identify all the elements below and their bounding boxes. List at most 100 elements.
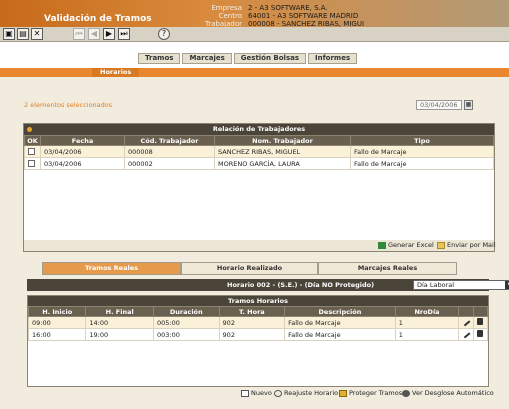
trash-icon[interactable]: [476, 318, 483, 325]
info-values: 2 - A3 SOFTWARE, S.A. 64001 - A3 SOFTWAR…: [248, 4, 364, 28]
info-labels: Empresa Centro Trabajador: [202, 4, 242, 28]
mail-icon: [437, 241, 445, 249]
cell-inicio: 16:00: [27, 328, 87, 341]
tramos-panel-header: Tramos Horarios: [28, 296, 488, 306]
first-icon[interactable]: ⏮: [73, 28, 85, 40]
tab-marcajes[interactable]: Marcajes: [182, 53, 232, 64]
workers-panel-header: Relación de Trabajadores: [24, 124, 494, 135]
workers-panel-title: Relación de Trabajadores: [212, 125, 306, 133]
cell-duracion: 005:00: [152, 316, 220, 329]
row-checkbox[interactable]: [28, 148, 35, 155]
tab-marcajes-reales[interactable]: Marcajes Reales: [318, 262, 457, 275]
eye-icon: [402, 389, 410, 397]
workers-panel-footer: Generar Excel Enviar por Mail: [24, 240, 496, 251]
table-row[interactable]: 03/04/2006 000002 MORENO GARCÍA, LAURA F…: [24, 157, 494, 170]
cell-tipo: Fallo de Marcaje: [350, 145, 494, 158]
date-field[interactable]: 03/04/2006: [416, 100, 462, 110]
subtab-horarios[interactable]: Horarios: [92, 68, 140, 77]
tramos-panel-title: Tramos Horarios: [228, 297, 288, 305]
cell-nrodia: 1: [394, 328, 460, 341]
section-tabs: Tramos Reales Horario Realizado Marcajes…: [42, 262, 457, 275]
col-fecha[interactable]: Fecha: [40, 135, 125, 146]
app-title: Validación de Tramos: [44, 14, 152, 24]
col-delete: [472, 306, 489, 317]
tab-horario-realizado[interactable]: Horario Realizado: [181, 262, 318, 275]
toolbar: ▣ ▤ ✕ ⏮ ◀ ▶ ⏭ ?: [0, 27, 509, 42]
help-icon[interactable]: ?: [158, 28, 170, 40]
edit-icon[interactable]: [460, 316, 471, 327]
edit-icon[interactable]: [460, 328, 471, 339]
day-type-select[interactable]: Día Laboral ▼: [413, 280, 509, 290]
cell-final: 14:00: [85, 316, 154, 329]
col-edit: [458, 306, 474, 317]
empresa-label: Empresa: [211, 4, 242, 12]
tab-tramos-reales[interactable]: Tramos Reales: [42, 262, 181, 275]
col-h-inicio[interactable]: H. Inicio: [27, 306, 87, 317]
cell-nom: MORENO GARCÍA, LAURA: [214, 157, 351, 170]
new-doc-icon: [241, 389, 249, 397]
lock-icon: [339, 389, 347, 397]
subtab-strip: [0, 68, 509, 77]
reajuste-horario-button[interactable]: Reajuste Horario: [274, 389, 338, 397]
cell-final: 19:00: [85, 328, 154, 341]
proteger-tramos-button[interactable]: Proteger Tramos: [339, 389, 402, 397]
table-row[interactable]: 16:00 19:00 003:00 902 Fallo de Marcaje …: [27, 328, 489, 341]
cell-nom: SANCHEZ RIBAS, MIGUEL: [214, 145, 351, 158]
cell-thora: 902: [218, 328, 286, 341]
row-checkbox[interactable]: [28, 160, 35, 167]
cell-duracion: 003:00: [152, 328, 220, 341]
col-ok[interactable]: OK: [24, 135, 41, 146]
excel-icon: [378, 241, 386, 249]
nuevo-button[interactable]: Nuevo: [241, 389, 272, 397]
day-type-value: Día Laboral: [417, 281, 455, 289]
clock-icon: [274, 389, 282, 397]
cell-fecha: 03/04/2006: [40, 157, 125, 170]
col-nrodia[interactable]: NroDía: [394, 306, 460, 317]
options-icon[interactable]: [27, 127, 32, 132]
tramos-panel: Tramos Horarios H. Inicio H. Final Durac…: [27, 295, 489, 387]
workers-panel: Relación de Trabajadores OK Fecha Cód. T…: [23, 123, 495, 252]
enviar-mail-button[interactable]: Enviar por Mail: [437, 241, 496, 249]
tab-gestion-bolsas[interactable]: Gestión Bolsas: [233, 53, 307, 64]
enviar-mail-label: Enviar por Mail: [447, 241, 496, 249]
close-icon[interactable]: ✕: [31, 28, 43, 40]
last-icon[interactable]: ⏭: [118, 28, 130, 40]
col-descripcion[interactable]: Descripción: [284, 306, 396, 317]
empresa-value: 2 - A3 SOFTWARE, S.A.: [248, 4, 328, 12]
col-duracion[interactable]: Duración: [152, 306, 220, 317]
selection-count: 2 elementos seleccionados: [24, 101, 113, 109]
cell-desc: Fallo de Marcaje: [284, 316, 396, 329]
col-cod-trabajador[interactable]: Cód. Trabajador: [124, 135, 215, 146]
tab-tramos[interactable]: Tramos: [138, 53, 181, 64]
chevron-down-icon[interactable]: ▼: [505, 281, 509, 289]
cell-nrodia: 1: [394, 316, 460, 329]
horario-bar: Horario 002 - (S.E.) - (Día NO Protegido…: [27, 279, 509, 291]
col-tipo[interactable]: Tipo: [350, 135, 494, 146]
col-nom-trabajador[interactable]: Nom. Trabajador: [214, 135, 351, 146]
save-icon[interactable]: ▣: [3, 28, 15, 40]
cell-fecha: 03/04/2006: [40, 145, 125, 158]
tramos-table: H. Inicio H. Final Duración T. Hora Desc…: [27, 306, 489, 341]
col-h-final[interactable]: H. Final: [85, 306, 154, 317]
next-icon[interactable]: ▶: [103, 28, 115, 40]
horario-label: Horario 002 - (S.E.) - (Día NO Protegido…: [227, 281, 375, 289]
proteger-label: Proteger Tramos: [349, 389, 403, 397]
reajuste-label: Reajuste Horario: [284, 389, 339, 397]
save-close-icon[interactable]: ▤: [17, 28, 29, 40]
table-row[interactable]: 09:00 14:00 005:00 902 Fallo de Marcaje …: [27, 316, 489, 329]
cell-thora: 902: [218, 316, 286, 329]
ver-desglose-label: Ver Desglose Automático: [412, 389, 494, 397]
col-t-hora[interactable]: T. Hora: [218, 306, 286, 317]
ver-desglose-button[interactable]: Ver Desglose Automático: [402, 389, 494, 397]
tab-informes[interactable]: Informes: [308, 53, 358, 64]
table-row[interactable]: 03/04/2006 000008 SANCHEZ RIBAS, MIGUEL …: [24, 145, 494, 158]
generar-excel-label: Generar Excel: [388, 241, 434, 249]
cell-tipo: Fallo de Marcaje: [350, 157, 494, 170]
cell-cod: 000008: [124, 145, 215, 158]
prev-icon[interactable]: ◀: [88, 28, 100, 40]
title-bar: Validación de Tramos Empresa Centro Trab…: [0, 0, 509, 28]
nuevo-label: Nuevo: [251, 389, 272, 397]
generar-excel-button[interactable]: Generar Excel: [378, 241, 434, 249]
trash-icon[interactable]: [476, 330, 483, 337]
calendar-icon[interactable]: ▦: [464, 100, 473, 110]
